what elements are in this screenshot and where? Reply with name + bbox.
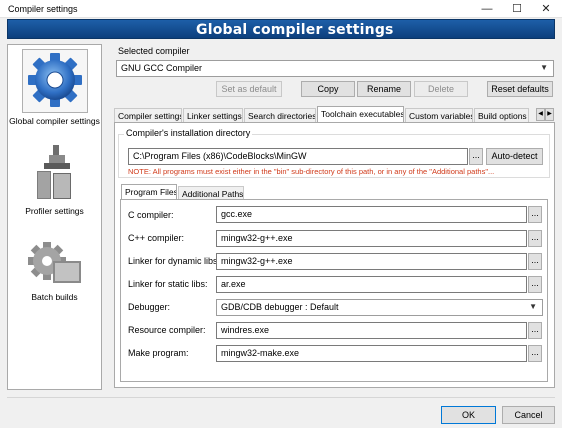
resource-compiler-input[interactable]: windres.exe <box>216 322 527 339</box>
tab-build-options[interactable]: Build options <box>474 108 529 123</box>
linker-static-input[interactable]: ar.exe <box>216 276 527 293</box>
installation-directory-browse-button[interactable]: ... <box>469 148 483 165</box>
resource-compiler-label: Resource compiler: <box>128 325 206 335</box>
cpp-compiler-browse-button[interactable]: ... <box>528 230 542 247</box>
chevron-down-icon: ▼ <box>529 302 537 311</box>
tab-compiler-settings[interactable]: Compiler settings <box>114 108 182 123</box>
make-program-input[interactable]: mingw32-make.exe <box>216 345 527 362</box>
selected-compiler-label: Selected compiler <box>118 46 190 56</box>
debugger-select-value: GDB/CDB debugger : Default <box>221 302 339 312</box>
installation-directory-label: Compiler's installation directory <box>124 128 253 138</box>
debugger-select[interactable]: GDB/CDB debugger : Default ▼ <box>216 299 543 316</box>
delete-button[interactable]: Delete <box>414 81 468 97</box>
tab-linker-settings[interactable]: Linker settings <box>183 108 243 123</box>
chevron-down-icon: ▼ <box>540 63 548 72</box>
header-banner: Global compiler settings <box>7 19 555 39</box>
category-batch-builds[interactable]: Batch builds <box>8 241 101 302</box>
make-program-label: Make program: <box>128 348 189 358</box>
c-compiler-input[interactable]: gcc.exe <box>216 206 527 223</box>
tab-custom-variables[interactable]: Custom variables <box>405 108 473 123</box>
installation-directory-note: NOTE: All programs must exist either in … <box>128 167 495 176</box>
banner-title: Global compiler settings <box>196 22 394 38</box>
compiler-select[interactable]: GNU GCC Compiler ▼ <box>116 60 554 77</box>
gear-icon <box>21 49 88 113</box>
subtab-program-files[interactable]: Program Files <box>121 184 177 200</box>
c-compiler-label: C compiler: <box>128 210 174 220</box>
cancel-button[interactable]: Cancel <box>502 406 555 424</box>
reset-defaults-button[interactable]: Reset defaults <box>487 81 553 97</box>
auto-detect-button[interactable]: Auto-detect <box>486 148 543 165</box>
make-program-browse-button[interactable]: ... <box>528 345 542 362</box>
c-compiler-browse-button[interactable]: ... <box>528 206 542 223</box>
category-global-compiler-settings[interactable]: Global compiler settings <box>8 49 101 126</box>
linker-dynamic-browse-button[interactable]: ... <box>528 253 542 270</box>
maximize-button[interactable]: ☐ <box>502 0 532 18</box>
tab-search-directories[interactable]: Search directories <box>244 108 316 123</box>
resource-compiler-browse-button[interactable]: ... <box>528 322 542 339</box>
tab-scroll-left-button[interactable]: ◀ <box>536 108 545 121</box>
compiler-select-value: GNU GCC Compiler <box>121 63 203 73</box>
rename-button[interactable]: Rename <box>357 81 411 97</box>
tab-toolchain-executables[interactable]: Toolchain executables <box>317 106 404 123</box>
category-label: Profiler settings <box>25 206 84 216</box>
ok-button[interactable]: OK <box>441 406 496 424</box>
linker-dynamic-input[interactable]: mingw32-g++.exe <box>216 253 527 270</box>
footer-divider <box>7 397 555 398</box>
cpp-compiler-input[interactable]: mingw32-g++.exe <box>216 230 527 247</box>
minimize-button[interactable]: — <box>472 0 502 18</box>
category-profiler-settings[interactable]: Profiler settings <box>8 143 101 216</box>
debugger-label: Debugger: <box>128 302 171 312</box>
category-label: Batch builds <box>31 292 78 302</box>
copy-button[interactable]: Copy <box>301 81 355 97</box>
installation-directory-input[interactable]: C:\Program Files (x86)\CodeBlocks\MinGW <box>128 148 468 165</box>
tab-scroll-right-button[interactable]: ▶ <box>545 108 554 121</box>
batch-builds-icon <box>25 241 85 289</box>
subtab-additional-paths[interactable]: Additional Paths <box>178 186 244 200</box>
settings-category-list: Global compiler settings Profiler settin… <box>7 44 102 390</box>
linker-dynamic-label: Linker for dynamic libs: <box>128 256 221 266</box>
close-button[interactable]: ✕ <box>531 0 561 18</box>
linker-static-browse-button[interactable]: ... <box>528 276 542 293</box>
window-title: Compiler settings <box>8 4 78 14</box>
window-titlebar: Compiler settings — ☐ ✕ <box>0 0 562 18</box>
category-label: Global compiler settings <box>9 116 100 126</box>
set-as-default-button[interactable]: Set as default <box>216 81 282 97</box>
profiler-icon <box>35 143 75 203</box>
linker-static-label: Linker for static libs: <box>128 279 208 289</box>
cpp-compiler-label: C++ compiler: <box>128 233 185 243</box>
